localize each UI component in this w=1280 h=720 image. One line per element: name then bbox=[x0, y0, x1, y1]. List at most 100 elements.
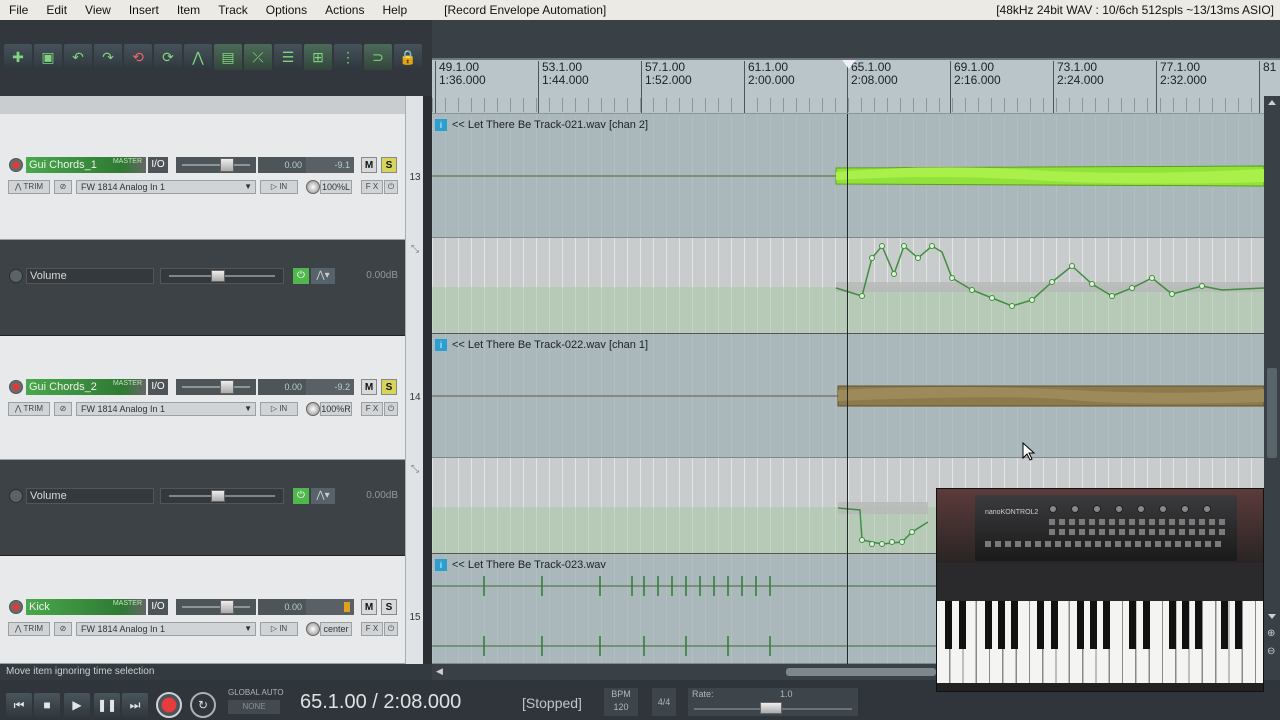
trim-button[interactable]: ⋀ TRIM bbox=[8, 180, 50, 194]
save-icon[interactable]: ▣ bbox=[34, 44, 62, 70]
volume-fader[interactable] bbox=[176, 157, 256, 173]
pan-knob[interactable] bbox=[306, 180, 320, 194]
menu-actions[interactable]: Actions bbox=[316, 0, 373, 20]
scroll-down-icon[interactable] bbox=[1268, 614, 1276, 619]
envelope-power-button[interactable] bbox=[9, 269, 23, 283]
fx-button[interactable]: F X bbox=[361, 402, 383, 416]
input-monitor-button[interactable]: ▷ IN bbox=[260, 622, 298, 636]
snap-icon[interactable]: ⋀ bbox=[184, 44, 212, 70]
envelope-expand-icon[interactable]: ⤡ bbox=[406, 464, 424, 475]
fx-bypass-icon[interactable]: ⏻ bbox=[384, 402, 398, 416]
lock-icon[interactable]: 🔒 bbox=[394, 44, 422, 70]
io-button[interactable]: I/O bbox=[148, 157, 168, 173]
input-monitor-button[interactable]: ▷ IN bbox=[260, 402, 298, 416]
input-select[interactable]: FW 1814 Analog In 1 ▼ bbox=[76, 622, 256, 636]
grid-lines-icon[interactable]: ⋮ bbox=[334, 44, 362, 70]
auto-crossfade-icon[interactable]: ⤫ bbox=[244, 44, 272, 70]
volume-envelope-curve[interactable] bbox=[432, 238, 1264, 334]
trim-button[interactable]: ⋀ TRIM bbox=[8, 402, 50, 416]
envelope-lane-header[interactable]: Volume ⏻ ⋀▾ 0.00dB bbox=[0, 460, 405, 556]
input-select[interactable]: FW 1814 Analog In 1 ▼ bbox=[76, 402, 256, 416]
scroll-thumb[interactable] bbox=[1267, 368, 1277, 458]
io-button[interactable]: I/O bbox=[148, 599, 168, 615]
envelope-bypass-icon[interactable]: ⏻ bbox=[293, 488, 309, 504]
metronome-icon[interactable]: ⟲ bbox=[124, 44, 152, 70]
track-15-header[interactable]: Kick MASTER I/O 0.00 M S ⋀ TRIM ⊘ FW 1814… bbox=[0, 556, 405, 664]
mute-button[interactable]: M bbox=[361, 599, 377, 615]
repeat-icon[interactable]: ↻ bbox=[190, 692, 216, 718]
envelope-name[interactable]: Volume bbox=[26, 268, 154, 284]
input-select[interactable]: FW 1814 Analog In 1 ▼ bbox=[76, 180, 256, 194]
envelope-power-button[interactable] bbox=[9, 489, 23, 503]
menu-track[interactable]: Track bbox=[209, 0, 257, 20]
trim-button[interactable]: ⋀ TRIM bbox=[8, 622, 50, 636]
track-13-lane[interactable]: i << Let There Be Track-021.wav [chan 2] bbox=[432, 114, 1264, 238]
envelope-lane-header[interactable]: Volume ⏻ ⋀▾ 0.00dB bbox=[0, 240, 405, 336]
track-name[interactable]: Gui Chords_1 MASTER bbox=[26, 157, 146, 173]
ripple-icon[interactable]: ⟳ bbox=[154, 44, 182, 70]
fx-bypass-icon[interactable]: ⏻ bbox=[384, 180, 398, 194]
new-project-icon[interactable]: ✚ bbox=[4, 44, 32, 70]
envelope-expand-icon[interactable]: ⤡ bbox=[406, 244, 424, 255]
menu-edit[interactable]: Edit bbox=[37, 0, 76, 20]
phase-button[interactable]: ⊘ bbox=[54, 622, 72, 636]
audio-device-status[interactable]: [48kHz 24bit WAV : 10/6ch 512spls ~13/13… bbox=[996, 0, 1274, 20]
solo-button[interactable]: S bbox=[381, 379, 397, 395]
mute-button[interactable]: M bbox=[361, 379, 377, 395]
stop-icon[interactable]: ■ bbox=[34, 693, 60, 717]
track-14-header[interactable]: Gui Chords_2 MASTER I/O 0.00 -9.2 M S ⋀ T… bbox=[0, 336, 405, 460]
menu-options[interactable]: Options bbox=[257, 0, 316, 20]
menu-help[interactable]: Help bbox=[373, 0, 416, 20]
play-icon[interactable]: ▶ bbox=[64, 693, 90, 717]
fx-button[interactable]: F X bbox=[361, 622, 383, 636]
playrate-control[interactable]: Rate: 1.0 bbox=[688, 688, 858, 716]
timeline-ruler[interactable]: 49.1.00 1:36.000 53.1.00 1:44.000 57.1.00 1… bbox=[432, 58, 1280, 114]
io-button[interactable]: I/O bbox=[148, 379, 168, 395]
scroll-thumb[interactable] bbox=[786, 668, 936, 676]
track-name[interactable]: Kick MASTER bbox=[26, 599, 146, 615]
fx-bypass-icon[interactable]: ⏻ bbox=[384, 622, 398, 636]
bpm-display[interactable]: BPM 120 bbox=[604, 688, 638, 716]
scroll-left-icon[interactable]: ◀ bbox=[436, 666, 443, 677]
volume-envelope-lane[interactable] bbox=[432, 238, 1264, 334]
go-to-start-icon[interactable]: ⏮ bbox=[6, 693, 32, 717]
envelope-mode-icon[interactable]: ⋀▾ bbox=[311, 488, 335, 504]
record-button[interactable] bbox=[156, 692, 182, 718]
pause-icon[interactable]: ❚❚ bbox=[94, 693, 120, 717]
phase-button[interactable]: ⊘ bbox=[54, 180, 72, 194]
scroll-up-icon[interactable] bbox=[1268, 100, 1276, 105]
envelope-fader[interactable] bbox=[160, 488, 284, 504]
phase-button[interactable]: ⊘ bbox=[54, 402, 72, 416]
rate-slider[interactable] bbox=[760, 702, 782, 714]
envelope-mode-icon[interactable]: ⋀▾ bbox=[311, 268, 335, 284]
envelope-link-icon[interactable]: ☰ bbox=[274, 44, 302, 70]
record-arm-button[interactable] bbox=[9, 600, 23, 614]
envelope-name[interactable]: Volume bbox=[26, 488, 154, 504]
menu-file[interactable]: File bbox=[0, 0, 37, 20]
track-14-lane[interactable]: i << Let There Be Track-022.wav [chan 1] bbox=[432, 334, 1264, 458]
envelope-bypass-icon[interactable]: ⏻ bbox=[293, 268, 309, 284]
go-to-end-icon[interactable]: ⏭ bbox=[122, 693, 148, 717]
record-arm-button[interactable] bbox=[9, 380, 23, 394]
vertical-scrollbar[interactable]: ⊕ ⊖ bbox=[1264, 96, 1280, 664]
playhead-marker[interactable] bbox=[842, 60, 856, 69]
grid-icon[interactable]: ▤ bbox=[214, 44, 242, 70]
volume-fader[interactable] bbox=[176, 379, 256, 395]
item-grouping-icon[interactable]: ⊞ bbox=[304, 44, 332, 70]
menu-view[interactable]: View bbox=[76, 0, 120, 20]
input-monitor-button[interactable]: ▷ IN bbox=[260, 180, 298, 194]
envelope-fader[interactable] bbox=[160, 268, 284, 284]
time-signature[interactable]: 4/4 bbox=[652, 688, 676, 716]
zoom-in-icon[interactable]: ⊕ bbox=[1267, 628, 1275, 639]
redo-icon[interactable]: ↷ bbox=[94, 44, 122, 70]
menu-item[interactable]: Item bbox=[168, 0, 209, 20]
volume-fader[interactable] bbox=[176, 599, 256, 615]
record-arm-button[interactable] bbox=[9, 158, 23, 172]
pan-knob[interactable] bbox=[306, 622, 320, 636]
solo-button[interactable]: S bbox=[381, 599, 397, 615]
track-13-header[interactable]: Gui Chords_1 MASTER I/O 0.00 -9.1 M S ⋀ T… bbox=[0, 114, 405, 240]
undo-icon[interactable]: ↶ bbox=[64, 44, 92, 70]
mute-button[interactable]: M bbox=[361, 157, 377, 173]
global-automation[interactable]: GLOBAL AUTO NONE bbox=[228, 688, 284, 716]
track-name[interactable]: Gui Chords_2 MASTER bbox=[26, 379, 146, 395]
